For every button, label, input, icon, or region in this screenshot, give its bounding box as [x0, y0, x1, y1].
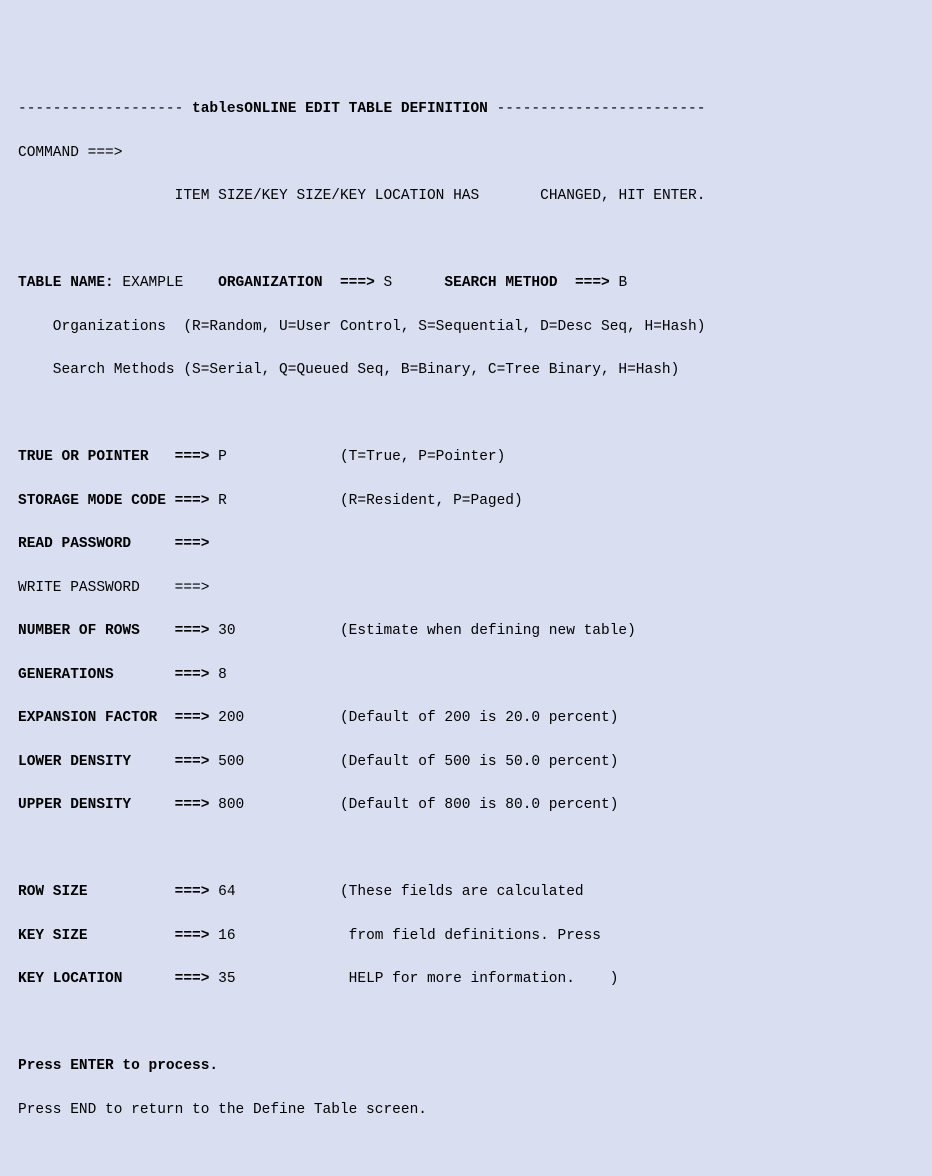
field-key-size: KEY SIZE ===> 16 from field definitions.…	[18, 926, 914, 948]
row-size-hint: (These fields are calculated	[340, 884, 584, 900]
search-method-value[interactable]: B	[618, 275, 627, 291]
blank-line-1	[18, 230, 914, 252]
key-size-hint: from field definitions. Press	[340, 928, 601, 944]
field-upper-density: UPPER DENSITY ===> 800 (Default of 800 i…	[18, 795, 914, 817]
status-line: ITEM SIZE/KEY SIZE/KEY LOCATION HAS CHAN…	[18, 186, 914, 208]
upper-density-hint: (Default of 800 is 80.0 percent)	[340, 797, 618, 813]
generations-label: GENERATIONS ===>	[18, 667, 209, 683]
footer-enter: Press ENTER to process.	[18, 1056, 914, 1078]
command-line: COMMAND ===>	[18, 143, 914, 165]
status-left: ITEM SIZE/KEY SIZE/KEY LOCATION HAS	[175, 188, 480, 204]
row-size-value[interactable]: 64	[218, 884, 340, 900]
blank-line-2	[18, 404, 914, 426]
title-line: ------------------- tablesONLINE EDIT TA…	[18, 99, 914, 121]
true-or-pointer-label: TRUE OR POINTER ===>	[18, 449, 209, 465]
generations-value[interactable]: 8	[218, 667, 340, 683]
field-storage-mode: STORAGE MODE CODE ===> R (R=Resident, P=…	[18, 491, 914, 513]
number-of-rows-label: NUMBER OF ROWS ===>	[18, 623, 209, 639]
number-of-rows-hint: (Estimate when defining new table)	[340, 623, 636, 639]
key-size-label: KEY SIZE ===>	[18, 928, 209, 944]
field-true-or-pointer: TRUE OR POINTER ===> P (T=True, P=Pointe…	[18, 447, 914, 469]
expansion-factor-value[interactable]: 200	[218, 710, 340, 726]
field-generations: GENERATIONS ===> 8	[18, 665, 914, 687]
command-label: COMMAND ===>	[18, 145, 122, 161]
key-size-value[interactable]: 16	[218, 928, 340, 944]
expansion-factor-hint: (Default of 200 is 20.0 percent)	[340, 710, 618, 726]
field-write-password: WRITE PASSWORD ===>	[18, 578, 914, 600]
field-expansion-factor: EXPANSION FACTOR ===> 200 (Default of 20…	[18, 708, 914, 730]
dash-left: -------------------	[18, 101, 192, 117]
field-number-of-rows: NUMBER OF ROWS ===> 30 (Estimate when de…	[18, 621, 914, 643]
field-read-password: READ PASSWORD ===>	[18, 534, 914, 556]
upper-density-label: UPPER DENSITY ===>	[18, 797, 209, 813]
expansion-factor-label: EXPANSION FACTOR ===>	[18, 710, 209, 726]
read-password-value[interactable]	[218, 536, 340, 552]
true-or-pointer-value[interactable]: P	[218, 449, 340, 465]
storage-mode-value[interactable]: R	[218, 493, 340, 509]
storage-mode-label: STORAGE MODE CODE ===>	[18, 493, 209, 509]
top-fields-line: TABLE NAME: EXAMPLE ORGANIZATION ===> S …	[18, 273, 914, 295]
key-location-value[interactable]: 35	[218, 971, 340, 987]
blank-line-4	[18, 1013, 914, 1035]
true-or-pointer-hint: (T=True, P=Pointer)	[340, 449, 505, 465]
legend-organizations: Organizations (R=Random, U=User Control,…	[18, 317, 914, 339]
legend-search-methods: Search Methods (S=Serial, Q=Queued Seq, …	[18, 360, 914, 382]
blank-line-3	[18, 839, 914, 861]
lower-density-value[interactable]: 500	[218, 754, 340, 770]
field-row-size: ROW SIZE ===> 64 (These fields are calcu…	[18, 882, 914, 904]
field-lower-density: LOWER DENSITY ===> 500 (Default of 500 i…	[18, 752, 914, 774]
read-password-label: READ PASSWORD ===>	[18, 536, 209, 552]
organization-label: ORGANIZATION ===>	[218, 275, 375, 291]
key-location-hint: HELP for more information. )	[340, 971, 618, 987]
table-name-value[interactable]: EXAMPLE	[122, 275, 183, 291]
organization-value[interactable]: S	[384, 275, 393, 291]
screen-title: tablesONLINE EDIT TABLE DEFINITION	[192, 101, 488, 117]
upper-density-value[interactable]: 800	[218, 797, 340, 813]
storage-mode-hint: (R=Resident, P=Paged)	[340, 493, 523, 509]
field-key-location: KEY LOCATION ===> 35 HELP for more infor…	[18, 969, 914, 991]
number-of-rows-value[interactable]: 30	[218, 623, 340, 639]
key-location-label: KEY LOCATION ===>	[18, 971, 209, 987]
table-name-label: TABLE NAME:	[18, 275, 114, 291]
lower-density-hint: (Default of 500 is 50.0 percent)	[340, 754, 618, 770]
dash-right: ------------------------	[488, 101, 706, 117]
lower-density-label: LOWER DENSITY ===>	[18, 754, 209, 770]
status-right: CHANGED, HIT ENTER.	[540, 188, 705, 204]
search-method-label: SEARCH METHOD ===>	[444, 275, 609, 291]
row-size-label: ROW SIZE ===>	[18, 884, 209, 900]
footer-end: Press END to return to the Define Table …	[18, 1100, 914, 1122]
